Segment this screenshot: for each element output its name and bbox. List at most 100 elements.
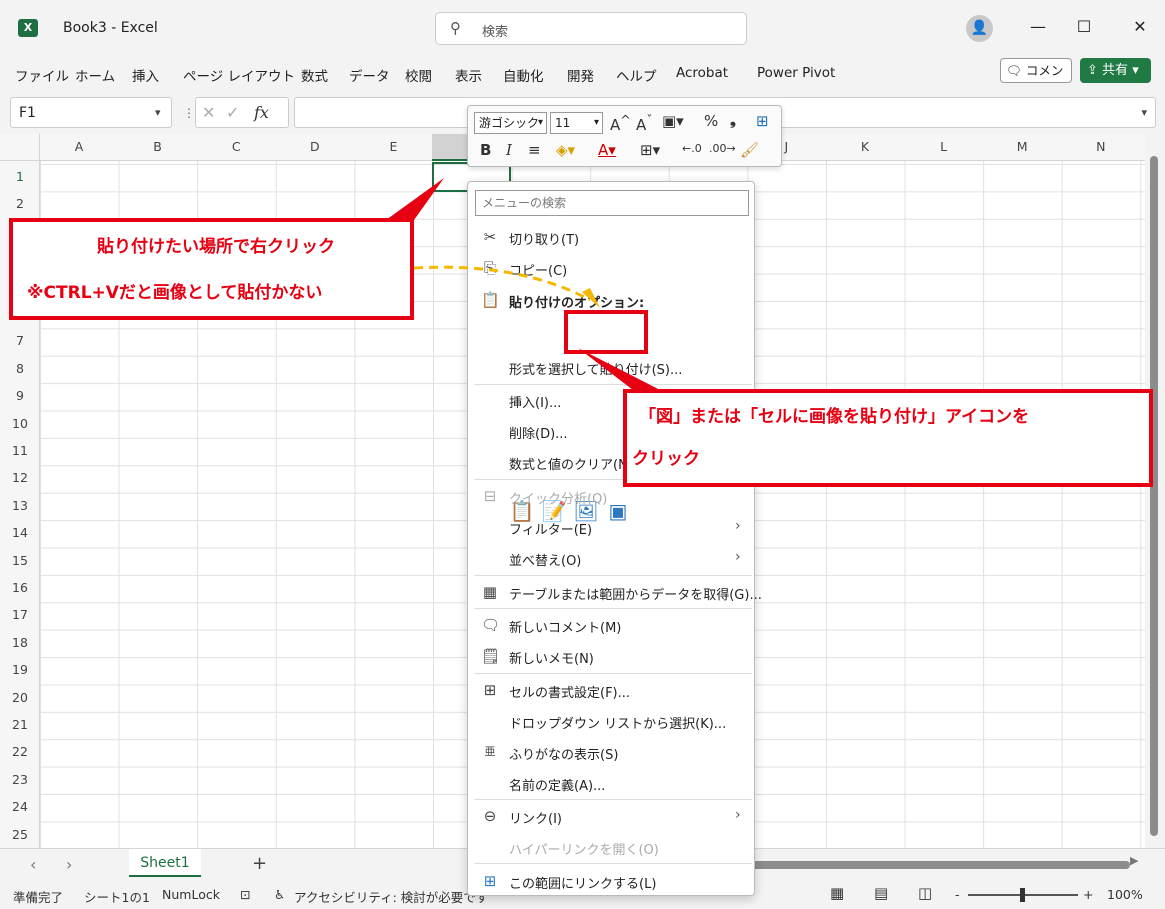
font-name-select[interactable]: 游ゴシック ▾ [474, 112, 547, 134]
menu-item-filter[interactable]: フィルター(E) › [468, 514, 756, 540]
row-header-18[interactable]: 18 [0, 635, 40, 650]
row-header-25[interactable]: 25 [0, 827, 40, 842]
format-painter-icon[interactable]: 🖌 [740, 141, 759, 159]
add-sheet-button[interactable]: + [252, 853, 267, 874]
column-header-b[interactable]: B [119, 139, 197, 154]
row-header-14[interactable]: 14 [0, 525, 40, 540]
tab-developer[interactable]: 開発 [567, 65, 594, 85]
row-header-19[interactable]: 19 [0, 662, 40, 677]
cancel-icon[interactable]: ✕ [202, 103, 215, 122]
row-header-7[interactable]: 7 [0, 333, 40, 348]
column-header-k[interactable]: K [826, 139, 904, 154]
expand-formula-icon[interactable]: ▾ [1141, 106, 1147, 119]
horizontal-scroll-thumb[interactable] [752, 861, 1130, 869]
column-header-l[interactable]: L [905, 139, 983, 154]
font-color-icon[interactable]: A▾ [598, 141, 616, 159]
row-header-17[interactable]: 17 [0, 607, 40, 622]
row-header-9[interactable]: 9 [0, 388, 40, 403]
row-header-11[interactable]: 11 [0, 443, 40, 458]
scroll-right-icon[interactable]: ▶ [1130, 854, 1138, 867]
row-header-23[interactable]: 23 [0, 772, 40, 787]
italic-icon[interactable]: I [506, 141, 512, 159]
row-header-12[interactable]: 12 [0, 470, 40, 485]
tab-page-layout[interactable]: ページ レイアウト [183, 65, 295, 85]
search-input[interactable]: ⚲ 検索 [435, 12, 747, 45]
tab-power-pivot[interactable]: Power Pivot [757, 65, 835, 81]
bold-icon[interactable]: B [480, 141, 491, 159]
borders-icon[interactable]: ⊞▾ [640, 141, 660, 159]
decrease-decimal-icon[interactable]: .00→ [709, 142, 736, 155]
account-avatar-icon[interactable]: 👤 [966, 15, 993, 42]
menu-item-phonetic[interactable]: 亜ふりがなの表示(S) [468, 739, 756, 765]
increase-decimal-icon[interactable]: ←.0 [682, 142, 702, 155]
menu-search-input[interactable]: メニューの検索 [475, 190, 749, 216]
column-header-n[interactable]: N [1062, 139, 1140, 154]
tab-view[interactable]: 表示 [455, 65, 482, 85]
chevron-down-icon[interactable]: ▾ [155, 106, 161, 119]
row-header-16[interactable]: 16 [0, 580, 40, 595]
sheet-prev-icon[interactable]: ‹ [30, 855, 36, 874]
tab-data[interactable]: データ [349, 65, 390, 85]
menu-item-dropdown-list[interactable]: ドロップダウン リストから選択(K)... [468, 708, 756, 734]
row-header-2[interactable]: 2 [0, 196, 40, 211]
status-accessibility[interactable]: アクセシビリティ: 検討が必要です [294, 887, 488, 906]
row-header-1[interactable]: 1 [0, 169, 40, 184]
normal-view-icon[interactable]: ▦ [830, 884, 844, 902]
percent-icon[interactable]: % [704, 112, 718, 130]
menu-item-cut[interactable]: ✂ 切り取り(T) [468, 224, 756, 250]
tab-home[interactable]: ホーム [75, 65, 115, 85]
menu-item-copy[interactable]: ⎘ コピー(C) [468, 255, 756, 281]
macro-record-icon[interactable]: ⊡ [240, 887, 250, 902]
page-break-view-icon[interactable]: ◫ [918, 884, 932, 902]
tab-automate[interactable]: 自動化 [503, 65, 544, 85]
tab-file[interactable]: ファイル [15, 65, 69, 85]
menu-item-paste-special[interactable]: 形式を選択して貼り付け(S)... [468, 354, 756, 380]
menu-item-link[interactable]: ⊖ リンク(I) › [468, 803, 756, 829]
tab-review[interactable]: 校閲 [405, 65, 432, 85]
tab-insert[interactable]: 挿入 [132, 65, 159, 85]
column-header-m[interactable]: M [983, 139, 1061, 154]
select-all-corner[interactable] [0, 134, 40, 161]
column-header-a[interactable]: A [40, 139, 118, 154]
menu-item-new-comment[interactable]: 🗨 新しいコメント(M) [468, 612, 756, 638]
row-header-21[interactable]: 21 [0, 717, 40, 732]
menu-item-link-to-range[interactable]: ⊞ この範囲にリンクする(L) [468, 868, 756, 894]
row-header-10[interactable]: 10 [0, 416, 40, 431]
column-header-d[interactable]: D [276, 139, 354, 154]
row-header-13[interactable]: 13 [0, 498, 40, 513]
row-header-24[interactable]: 24 [0, 799, 40, 814]
zoom-level[interactable]: 100% [1107, 887, 1143, 902]
page-layout-view-icon[interactable]: ▤ [874, 884, 888, 902]
increase-font-icon[interactable]: A^ [610, 112, 631, 134]
menu-item-get-data[interactable]: ▦ テーブルまたは範囲からデータを取得(G)... [468, 579, 762, 605]
enter-icon[interactable]: ✓ [226, 103, 239, 122]
sheet-tab[interactable]: Sheet1 [129, 849, 201, 877]
font-size-select[interactable]: 11 ▾ [550, 112, 603, 134]
align-center-icon[interactable]: ≡ [528, 141, 541, 159]
comma-style-icon[interactable]: ❟ [730, 111, 736, 129]
vertical-scrollbar[interactable] [1145, 134, 1165, 848]
fill-color-icon[interactable]: ◈▾ [556, 141, 575, 159]
decrease-font-icon[interactable]: Aˇ [636, 112, 653, 134]
maximize-icon[interactable]: ☐ [1072, 17, 1096, 36]
tab-acrobat[interactable]: Acrobat [676, 65, 728, 81]
zoom-slider-knob[interactable] [1020, 888, 1025, 902]
sheet-next-icon[interactable]: › [66, 855, 72, 874]
close-icon[interactable]: ✕ [1128, 17, 1152, 36]
minimize-icon[interactable]: — [1026, 17, 1050, 36]
vertical-scroll-thumb[interactable] [1150, 156, 1158, 836]
menu-item-sort[interactable]: 並べ替え(O) › [468, 545, 756, 571]
insert-function-icon[interactable]: fx [254, 103, 269, 122]
comment-button[interactable]: 🗨 コメント [1000, 58, 1072, 101]
menu-item-define-name[interactable]: 名前の定義(A)... [468, 770, 756, 796]
merge-center-icon[interactable]: ⊞ [756, 112, 769, 130]
tab-help[interactable]: ヘルプ [616, 65, 657, 85]
share-button[interactable]: ⇪ 共有 ▾ [1080, 58, 1151, 83]
zoom-in-button[interactable]: + [1083, 887, 1093, 902]
column-header-c[interactable]: C [197, 139, 275, 154]
row-header-22[interactable]: 22 [0, 744, 40, 759]
number-format-icon[interactable]: ▣▾ [662, 112, 684, 130]
name-box[interactable]: F1 ▾ [10, 97, 172, 128]
row-header-15[interactable]: 15 [0, 553, 40, 568]
menu-item-new-note[interactable]: 🗒 新しいメモ(N) [468, 643, 756, 669]
